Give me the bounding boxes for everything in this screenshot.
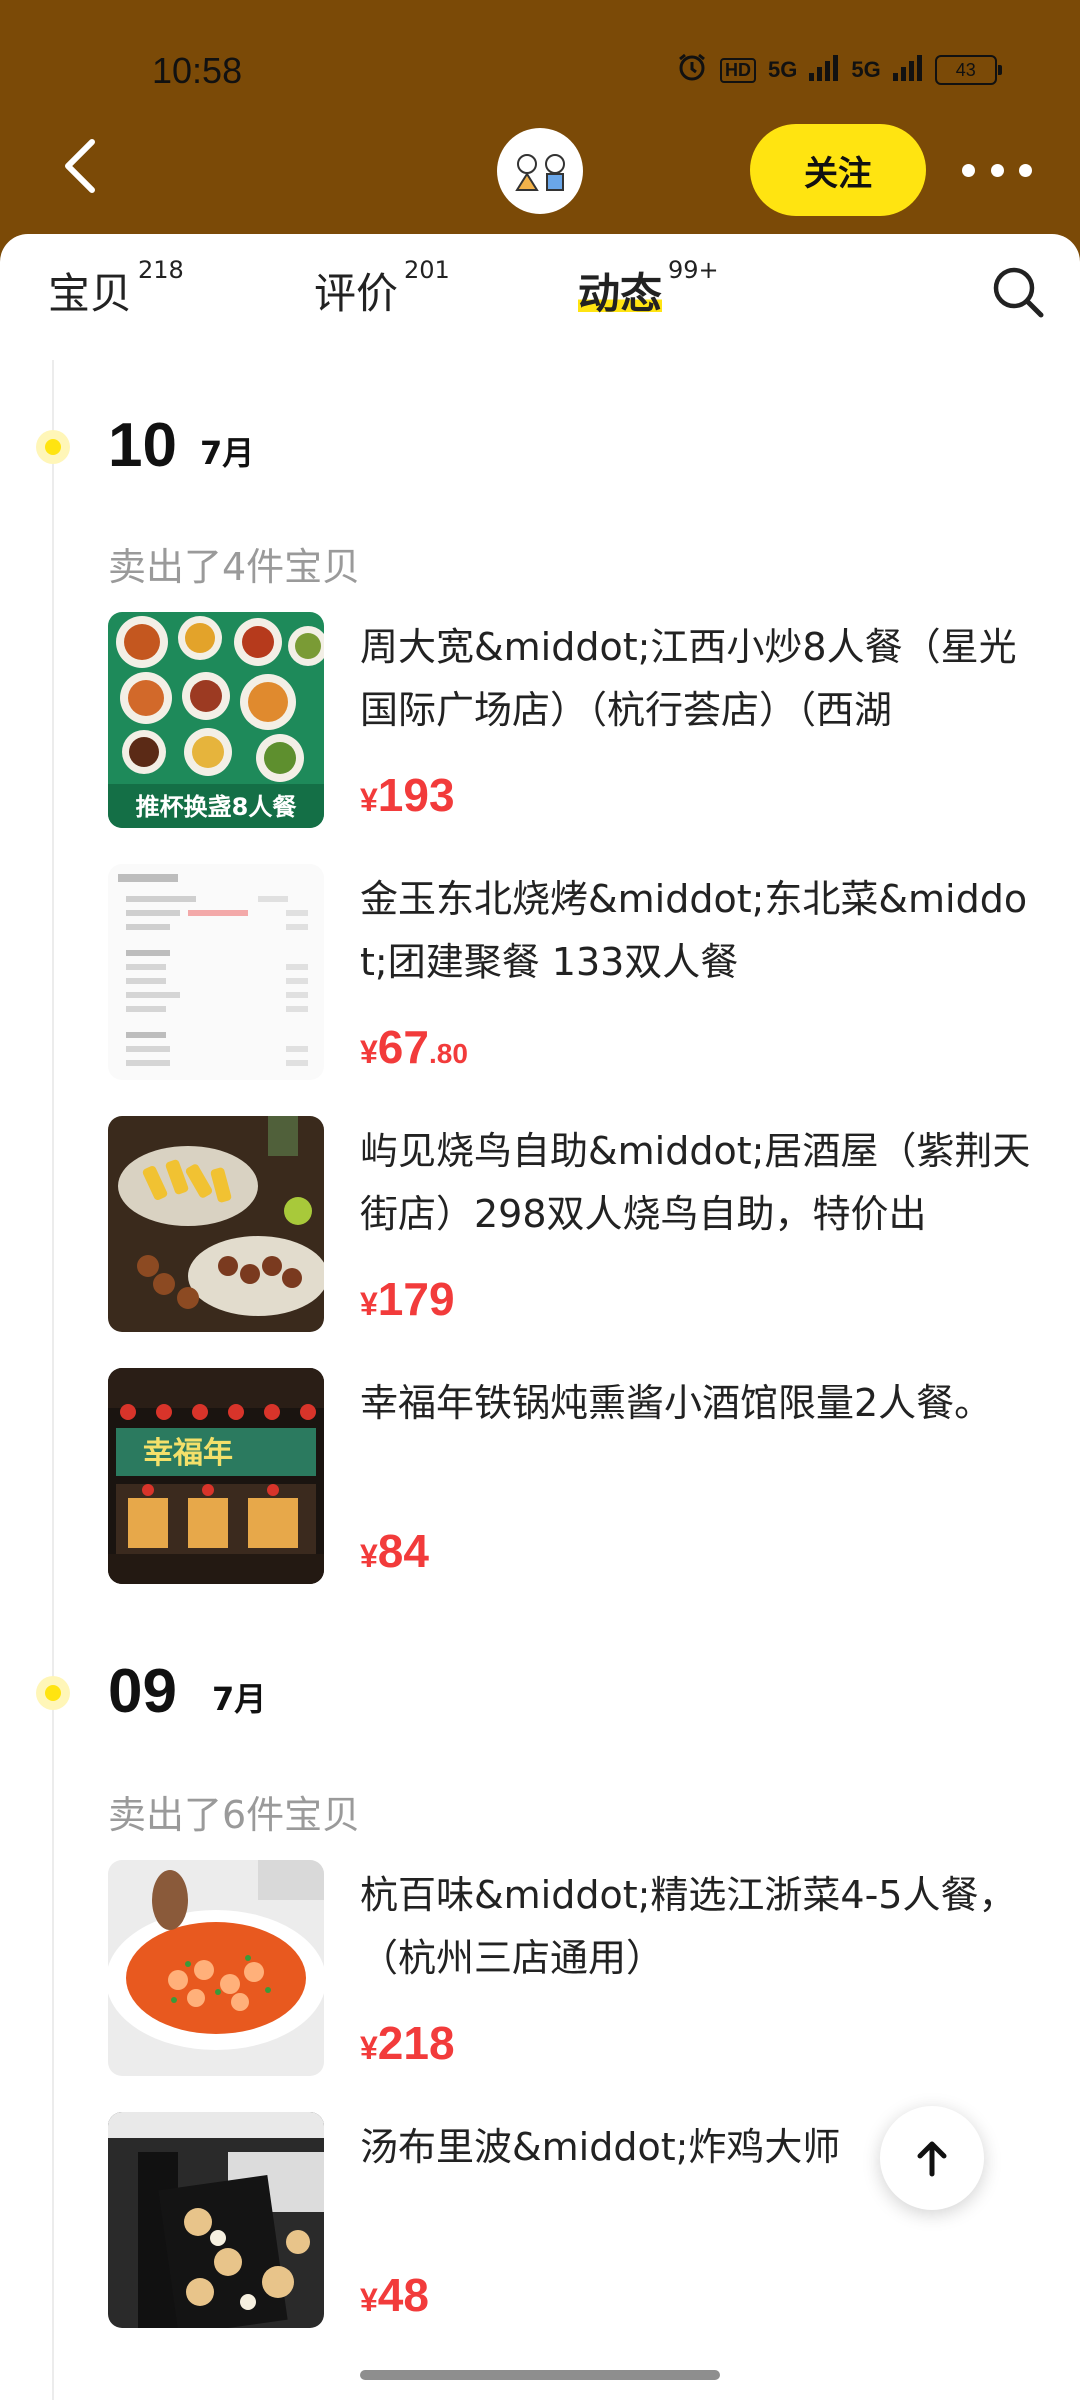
thumb-caption: 幸福年 [143, 1436, 233, 1471]
product-thumbnail [108, 2112, 324, 2328]
thumb-caption: 推杯换盏8人餐 [136, 793, 298, 821]
hd-badge: HD [720, 57, 756, 83]
avatar-icon [515, 154, 565, 191]
signal-bars-icon [809, 53, 839, 87]
signal-5g-2: 5G [851, 57, 881, 82]
list-item[interactable]: 屿见烧鸟自助&middot;居酒屋（紫荆天街店）298双人烧鸟自助，特价出 ¥1… [108, 1116, 1048, 1334]
date-day: 10 [108, 411, 177, 480]
home-indicator[interactable] [360, 2370, 720, 2380]
item-title: 幸福年铁锅炖熏酱小酒馆限量2人餐。 [360, 1381, 993, 1425]
back-arrow-icon [65, 139, 95, 193]
more-button[interactable] [962, 150, 1032, 190]
item-price: ¥67.80 [360, 1021, 468, 1073]
product-thumbnail: 推杯换盏8人餐 [108, 612, 324, 828]
product-thumbnail [108, 1116, 324, 1332]
follow-button[interactable]: 关注 [750, 124, 926, 216]
list-item[interactable]: 杭百味&middot;精选江浙菜4-5人餐，（杭州三店通用） ¥218 [108, 1860, 1048, 2078]
item-price: ¥48 [360, 2269, 429, 2321]
product-thumbnail [108, 1860, 324, 2076]
timeline-dot [36, 1676, 70, 1710]
list-item[interactable]: 金玉东北烧烤&middot;东北菜&middot;团建聚餐 133双人餐 ¥67… [108, 864, 1048, 1082]
list-item[interactable]: 推杯换盏8人餐 周大宽&middot;江西小炒8人餐（星光国际广场店）（杭行荟店… [108, 612, 1048, 830]
product-thumbnail [108, 864, 324, 1080]
tab-products[interactable]: 宝贝 218 [48, 256, 184, 320]
content-sheet: 宝贝 218 评价 201 动态 99+ 10 7月 卖出了4件宝贝 推杯换盏8… [0, 234, 1080, 2400]
back-to-top-icon [917, 2141, 947, 2177]
status-time: 10:58 [152, 50, 243, 91]
product-thumbnail: 幸福年 [108, 1368, 324, 1584]
timeline-dot [36, 430, 70, 464]
sold-count-text: 卖出了6件宝贝 [108, 1793, 361, 1837]
item-price: ¥193 [360, 769, 455, 821]
signal-bars-icon [892, 53, 923, 87]
item-title: 周大宽&middot;江西小炒8人餐（星光国际广场店）（杭行荟店）（西湖 [360, 625, 1017, 732]
date-month: 7月 [212, 1680, 267, 1718]
signal-5g-1: 5G [768, 57, 798, 82]
tab-reviews[interactable]: 评价 201 [314, 256, 450, 320]
shop-avatar[interactable] [497, 128, 583, 214]
back-button[interactable] [56, 136, 108, 196]
status-icons: HD 5G 5G 43 [676, 51, 1002, 89]
list-item[interactable]: 幸福年 幸福年铁锅炖熏酱小酒馆限量2人餐。 ¥84 [108, 1368, 1048, 1586]
date-month: 7月 [200, 434, 255, 472]
timeline-line [52, 360, 54, 2400]
date-day: 09 [108, 1657, 177, 1726]
item-title: 杭百味&middot;精选江浙菜4-5人餐，（杭州三店通用） [360, 1873, 1017, 1980]
back-to-top-button[interactable] [880, 2106, 984, 2210]
more-dots-icon [962, 163, 975, 177]
item-price: ¥218 [360, 2017, 455, 2069]
tab-activity[interactable]: 动态 99+ [578, 256, 719, 320]
tab-bar: 宝贝 218 评价 201 动态 99+ [0, 234, 1080, 354]
battery-icon: 43 [934, 55, 1002, 85]
search-icon [993, 267, 1044, 318]
alarm-icon [676, 51, 708, 89]
item-price: ¥84 [360, 1525, 429, 1577]
item-title: 屿见烧鸟自助&middot;居酒屋（紫荆天街店）298双人烧鸟自助，特价出 [360, 1129, 1031, 1236]
item-title: 金玉东北烧烤&middot;东北菜&middot;团建聚餐 133双人餐 [360, 877, 1028, 984]
search-button[interactable] [990, 264, 1046, 320]
sold-count-text: 卖出了4件宝贝 [108, 545, 361, 589]
item-price: ¥179 [360, 1273, 455, 1325]
